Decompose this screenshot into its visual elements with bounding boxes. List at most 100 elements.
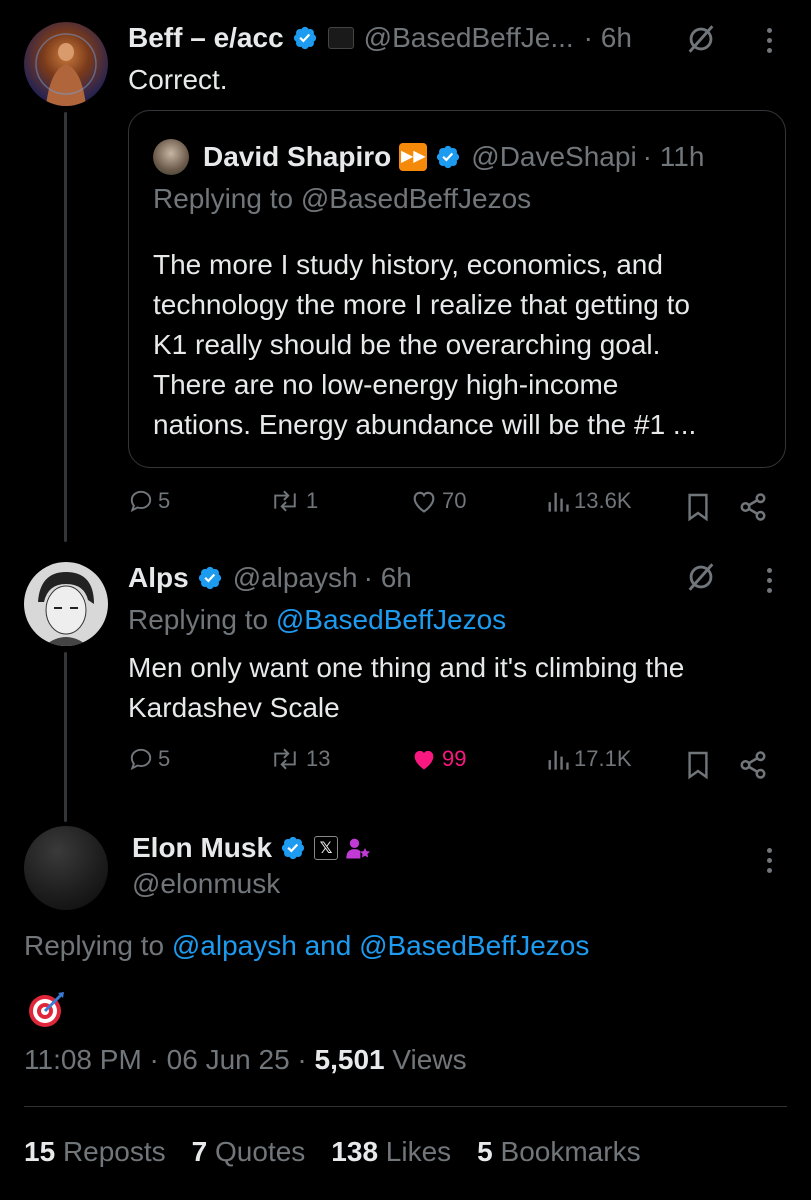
stat-count: 5: [477, 1136, 493, 1167]
author-name[interactable]: Elon Musk: [132, 832, 272, 864]
avatar-illustration: [38, 572, 94, 646]
target-icon: [26, 990, 66, 1030]
author-name[interactable]: Beff – e/acc: [128, 22, 284, 54]
verified-badge-icon: [293, 26, 316, 50]
tweet1-header: Beff – e/acc @BasedBeffJe... · 6h: [128, 18, 768, 58]
like-icon-filled: [414, 750, 434, 770]
like-icon: [413, 491, 435, 513]
quote-text-line: There are no low-energy high-income: [153, 369, 619, 400]
views-icon: [548, 492, 569, 512]
bookmark-icon[interactable]: [686, 492, 710, 522]
stat-bookmarks[interactable]: 5 Bookmarks: [477, 1136, 640, 1168]
quote-text-line: technology the more I realize that getti…: [153, 289, 690, 320]
replying-to-handle[interactable]: @BasedBeffJezos: [301, 183, 531, 214]
author-handle[interactable]: @elonmusk: [132, 868, 280, 900]
quote-author-name[interactable]: David Shapiro: [203, 141, 391, 173]
stat-quotes[interactable]: 7 Quotes: [192, 1136, 306, 1168]
reply-icon: [130, 748, 152, 771]
replying-to-handle[interactable]: @BasedBeffJezos: [276, 604, 506, 635]
avatar-beff[interactable]: [24, 22, 108, 106]
views-button[interactable]: 13.6K: [546, 488, 632, 514]
tweet2-actions: 5 13 99 17.1K: [128, 746, 778, 786]
quoted-tweet-card[interactable]: David Shapiro ▶▶ @DaveShapi · 11h Replyi…: [128, 110, 786, 468]
replying-prefix: Replying to: [24, 930, 165, 961]
more-icon[interactable]: [765, 568, 773, 598]
quote-author-handle[interactable]: @DaveShapi: [471, 141, 636, 173]
views-label: Views: [384, 1044, 467, 1075]
subscriber-badge-icon: [346, 838, 371, 859]
verified-badge-icon: [437, 145, 460, 169]
like-count: 70: [442, 488, 467, 513]
stat-label: Quotes: [215, 1136, 306, 1167]
tweet-text: Correct.: [128, 64, 228, 95]
quote-replying-line: Replying to @BasedBeffJezos: [153, 183, 531, 215]
more-icon[interactable]: [765, 28, 773, 58]
repost-icon: [274, 748, 296, 770]
repost-icon: [274, 490, 296, 512]
engagement-stats: 15 Reposts 7 Quotes 138 Likes 5 Bookmark…: [24, 1136, 641, 1168]
like-button[interactable]: 99: [410, 746, 466, 772]
author-handle[interactable]: @BasedBeffJe...: [364, 22, 574, 54]
stat-count: 15: [24, 1136, 56, 1167]
reply-icon: [130, 490, 152, 513]
repost-button[interactable]: 13: [268, 746, 330, 772]
divider: [24, 1106, 787, 1107]
tweet-time[interactable]: · 6h: [584, 22, 632, 54]
quote-time[interactable]: · 11h: [643, 141, 705, 173]
timestamp-line: 11:08 PM · 06 Jun 25 · 5,501 Views: [24, 1044, 467, 1076]
main-replying-line: Replying to @alpaysh and @BasedBeffJezos: [24, 930, 589, 962]
tweet-time[interactable]: · 6h: [364, 562, 412, 594]
tweet-text: Men only want one thing and it's climbin…: [128, 648, 788, 728]
stat-label: Reposts: [62, 1136, 166, 1167]
replying-prefix: Replying to: [128, 604, 269, 635]
thread-line-2: [64, 652, 67, 822]
reply-count: 5: [158, 488, 171, 513]
author-handle[interactable]: @alpaysh: [233, 562, 358, 594]
quote-text-line: The more I study history, economics, and: [153, 249, 663, 280]
tweet2-header: Alps @alpaysh · 6h: [128, 558, 688, 598]
share-icon[interactable]: [738, 492, 768, 522]
tweet2-replying-line: Replying to @BasedBeffJezos: [128, 604, 506, 636]
stat-count: 7: [191, 1136, 208, 1167]
repost-count: 13: [306, 746, 331, 771]
replying-prefix: Replying to: [153, 183, 294, 214]
stat-reposts[interactable]: 15 Reposts: [24, 1136, 166, 1168]
target-emoji: [29, 992, 64, 1027]
grok-icon[interactable]: [684, 22, 718, 56]
avatar-alps[interactable]: [24, 562, 108, 646]
stat-label: Likes: [385, 1136, 452, 1167]
stat-count: 138: [331, 1136, 379, 1167]
reply-button[interactable]: 5: [128, 488, 170, 514]
fast-forward-icon: ▶▶: [399, 143, 428, 171]
avatar-david-shapiro[interactable]: [153, 139, 189, 175]
reply-button[interactable]: 5: [128, 746, 170, 772]
views-button[interactable]: 17.1K: [546, 746, 632, 772]
avatar-elon[interactable]: [24, 826, 108, 910]
tweet-text-line: Kardashev Scale: [128, 692, 340, 723]
views-icon: [548, 750, 569, 770]
verified-badge-icon: [281, 836, 305, 860]
like-count: 99: [442, 746, 467, 771]
affiliate-badge: [327, 27, 354, 49]
quote-text: The more I study history, economics, and…: [153, 245, 773, 445]
timestamp[interactable]: 11:08 PM · 06 Jun 25 ·: [24, 1044, 315, 1075]
views-count: 17.1K: [574, 746, 632, 771]
share-icon[interactable]: [738, 750, 768, 780]
stat-likes[interactable]: 138 Likes: [331, 1136, 451, 1168]
reply-count: 5: [158, 746, 171, 771]
views-count: 5,501: [314, 1044, 385, 1075]
tweet1-actions: 5 1 70 13.6K: [128, 488, 778, 528]
bookmark-icon[interactable]: [686, 750, 710, 780]
replying-to-handles[interactable]: @alpaysh and @BasedBeffJezos: [172, 930, 589, 961]
quote-text-line: K1 really should be the overarching goal…: [153, 329, 661, 360]
quote-text-line: nations. Energy abundance will be the #1…: [153, 409, 697, 440]
repost-button[interactable]: 1: [268, 488, 318, 514]
x-logo-icon: 𝕏: [314, 836, 339, 860]
grok-icon[interactable]: [684, 560, 718, 594]
quote-header: David Shapiro ▶▶ @DaveShapi · 11h: [203, 137, 783, 177]
views-count: 13.6K: [574, 488, 632, 513]
more-icon[interactable]: [765, 848, 773, 878]
author-name[interactable]: Alps: [128, 562, 189, 594]
like-button[interactable]: 70: [410, 488, 466, 514]
tweet-text-line: Men only want one thing and it's climbin…: [128, 652, 685, 683]
